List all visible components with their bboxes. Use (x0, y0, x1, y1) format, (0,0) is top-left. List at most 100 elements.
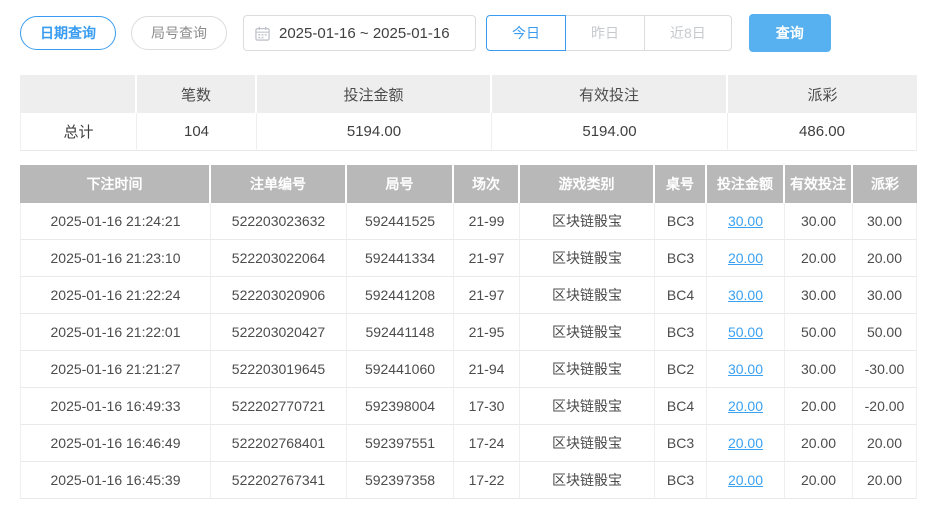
last-8-days-button[interactable]: 近8日 (644, 15, 732, 51)
cell-table-no: BC2 (655, 351, 707, 388)
header-bet-amount: 投注金额 (707, 165, 785, 203)
cell-payout: 30.00 (853, 203, 917, 240)
header-round-no: 局号 (347, 165, 454, 203)
bet-amount-link[interactable]: 20.00 (728, 472, 763, 488)
today-button[interactable]: 今日 (486, 15, 566, 51)
cell-game-type: 区块链骰宝 (520, 388, 655, 425)
cell-table-no: BC4 (655, 388, 707, 425)
bet-amount-link[interactable]: 30.00 (728, 287, 763, 303)
cell-round-no: 592441525 (347, 203, 454, 240)
cell-bet-amount: 20.00 (707, 240, 785, 277)
table-row: 2025-01-16 21:24:21 522203023632 5924415… (20, 203, 917, 240)
header-payout: 派彩 (853, 165, 917, 203)
cell-valid-bet: 20.00 (785, 388, 853, 425)
cell-order-no: 522202767341 (211, 462, 347, 499)
cell-order-no: 522203020906 (211, 277, 347, 314)
bet-amount-link[interactable]: 20.00 (728, 435, 763, 451)
cell-session: 21-97 (454, 277, 520, 314)
summary-table: 笔数 投注金额 有效投注 派彩 总计 104 5194.00 5194.00 4… (20, 75, 917, 151)
cell-order-no: 522202770721 (211, 388, 347, 425)
cell-payout: 20.00 (853, 462, 917, 499)
table-row: 2025-01-16 21:22:01 522203020427 5924411… (20, 314, 917, 351)
summary-total-bet-amount: 5194.00 (257, 113, 492, 151)
summary-total-label: 总计 (20, 113, 137, 151)
cell-session: 21-95 (454, 314, 520, 351)
quick-range-group: 今日 昨日 近8日 (486, 15, 732, 51)
cell-bet-amount: 30.00 (707, 351, 785, 388)
table-row: 2025-01-16 21:23:10 522203022064 5924413… (20, 240, 917, 277)
cell-round-no: 592441060 (347, 351, 454, 388)
cell-table-no: BC3 (655, 462, 707, 499)
cell-table-no: BC3 (655, 203, 707, 240)
cell-table-no: BC4 (655, 277, 707, 314)
date-query-tab[interactable]: 日期查询 (20, 16, 116, 50)
cell-round-no: 592441148 (347, 314, 454, 351)
header-valid-bet: 有效投注 (785, 165, 853, 203)
header-table-no: 桌号 (655, 165, 707, 203)
cell-round-no: 592398004 (347, 388, 454, 425)
cell-game-type: 区块链骰宝 (520, 425, 655, 462)
date-range-value: 2025-01-16 ~ 2025-01-16 (279, 24, 450, 42)
query-toolbar: 日期查询 局号查询 2025-01-16 ~ 2025-01-16 今日 昨日 … (20, 14, 917, 52)
cell-bet-time: 2025-01-16 21:22:01 (20, 314, 211, 351)
cell-session: 21-99 (454, 203, 520, 240)
date-range-input[interactable]: 2025-01-16 ~ 2025-01-16 (243, 15, 476, 51)
yesterday-button[interactable]: 昨日 (565, 15, 645, 51)
summary-total-valid-bet: 5194.00 (492, 113, 728, 151)
cell-bet-amount: 20.00 (707, 462, 785, 499)
cell-game-type: 区块链骰宝 (520, 277, 655, 314)
summary-header-row: 笔数 投注金额 有效投注 派彩 (20, 75, 917, 113)
bet-amount-link[interactable]: 20.00 (728, 398, 763, 414)
cell-bet-time: 2025-01-16 16:49:33 (20, 388, 211, 425)
bet-amount-link[interactable]: 50.00 (728, 324, 763, 340)
cell-bet-time: 2025-01-16 16:46:49 (20, 425, 211, 462)
cell-session: 21-94 (454, 351, 520, 388)
cell-payout: 20.00 (853, 425, 917, 462)
cell-bet-time: 2025-01-16 16:45:39 (20, 462, 211, 499)
cell-bet-time: 2025-01-16 21:21:27 (20, 351, 211, 388)
header-order-no: 注单编号 (211, 165, 347, 203)
cell-payout: 30.00 (853, 277, 917, 314)
calendar-icon (255, 26, 270, 41)
cell-payout: 20.00 (853, 240, 917, 277)
bet-amount-link[interactable]: 20.00 (728, 250, 763, 266)
header-bet-time: 下注时间 (20, 165, 211, 203)
page: 日期查询 局号查询 2025-01-16 ~ 2025-01-16 今日 昨日 … (0, 0, 937, 499)
cell-valid-bet: 20.00 (785, 462, 853, 499)
cell-order-no: 522203023632 (211, 203, 347, 240)
cell-order-no: 522203020427 (211, 314, 347, 351)
cell-table-no: BC3 (655, 240, 707, 277)
cell-bet-time: 2025-01-16 21:24:21 (20, 203, 211, 240)
cell-game-type: 区块链骰宝 (520, 314, 655, 351)
table-row: 2025-01-16 16:45:39 522202767341 5923973… (20, 462, 917, 499)
table-row: 2025-01-16 16:46:49 522202768401 5923975… (20, 425, 917, 462)
cell-table-no: BC3 (655, 425, 707, 462)
summary-header-empty (20, 75, 137, 113)
bet-amount-link[interactable]: 30.00 (728, 361, 763, 377)
cell-bet-amount: 30.00 (707, 277, 785, 314)
summary-total-count: 104 (137, 113, 257, 151)
cell-payout: -20.00 (853, 388, 917, 425)
cell-valid-bet: 30.00 (785, 203, 853, 240)
cell-valid-bet: 30.00 (785, 277, 853, 314)
cell-game-type: 区块链骰宝 (520, 240, 655, 277)
cell-bet-amount: 50.00 (707, 314, 785, 351)
cell-round-no: 592441334 (347, 240, 454, 277)
header-game-type: 游戏类别 (520, 165, 655, 203)
cell-session: 17-30 (454, 388, 520, 425)
round-query-tab[interactable]: 局号查询 (131, 16, 227, 50)
header-session: 场次 (454, 165, 520, 203)
cell-bet-time: 2025-01-16 21:22:24 (20, 277, 211, 314)
cell-valid-bet: 30.00 (785, 351, 853, 388)
search-button[interactable]: 查询 (748, 14, 831, 52)
summary-header-payout: 派彩 (728, 75, 917, 113)
bet-amount-link[interactable]: 30.00 (728, 213, 763, 229)
cell-order-no: 522203019645 (211, 351, 347, 388)
records-tbody: 2025-01-16 21:24:21 522203023632 5924415… (20, 203, 917, 499)
cell-payout: -30.00 (853, 351, 917, 388)
cell-session: 17-22 (454, 462, 520, 499)
cell-table-no: BC3 (655, 314, 707, 351)
cell-round-no: 592397551 (347, 425, 454, 462)
cell-session: 21-97 (454, 240, 520, 277)
cell-round-no: 592397358 (347, 462, 454, 499)
